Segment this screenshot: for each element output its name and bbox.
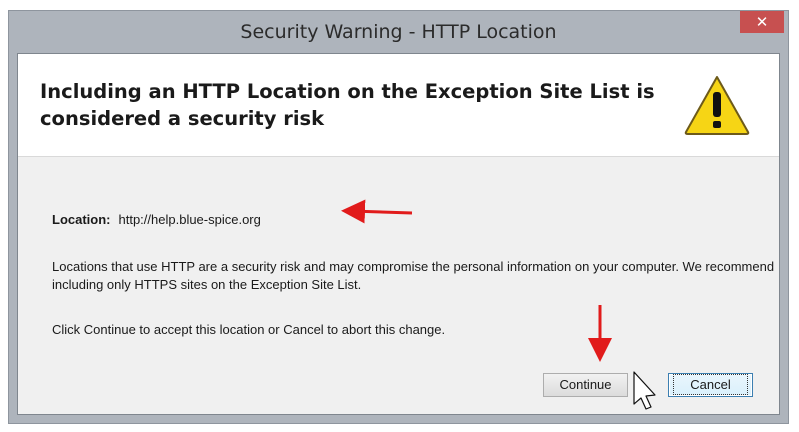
- dialog-title: Security Warning - HTTP Location: [240, 21, 557, 43]
- dialog-content: Including an HTTP Location on the Except…: [17, 53, 780, 415]
- location-url: http://help.blue-spice.org: [118, 212, 261, 227]
- dialog-header: Including an HTTP Location on the Except…: [18, 54, 779, 157]
- location-label: Location:: [52, 212, 111, 227]
- security-warning-dialog: Security Warning - HTTP Location ✕ Inclu…: [8, 10, 789, 424]
- security-message: Locations that use HTTP are a security r…: [52, 259, 775, 292]
- warning-heading: Including an HTTP Location on the Except…: [40, 80, 655, 130]
- location-row: Location: http://help.blue-spice.org: [52, 212, 261, 227]
- continue-button[interactable]: Continue: [543, 373, 628, 397]
- cancel-button-label: Cancel: [673, 374, 748, 395]
- warning-triangle-icon: [684, 76, 750, 135]
- instruction-text: Click Continue to accept this location o…: [52, 322, 446, 337]
- close-button[interactable]: ✕: [740, 11, 784, 33]
- cancel-button[interactable]: Cancel: [668, 373, 753, 397]
- title-bar[interactable]: Security Warning - HTTP Location ✕: [9, 11, 788, 55]
